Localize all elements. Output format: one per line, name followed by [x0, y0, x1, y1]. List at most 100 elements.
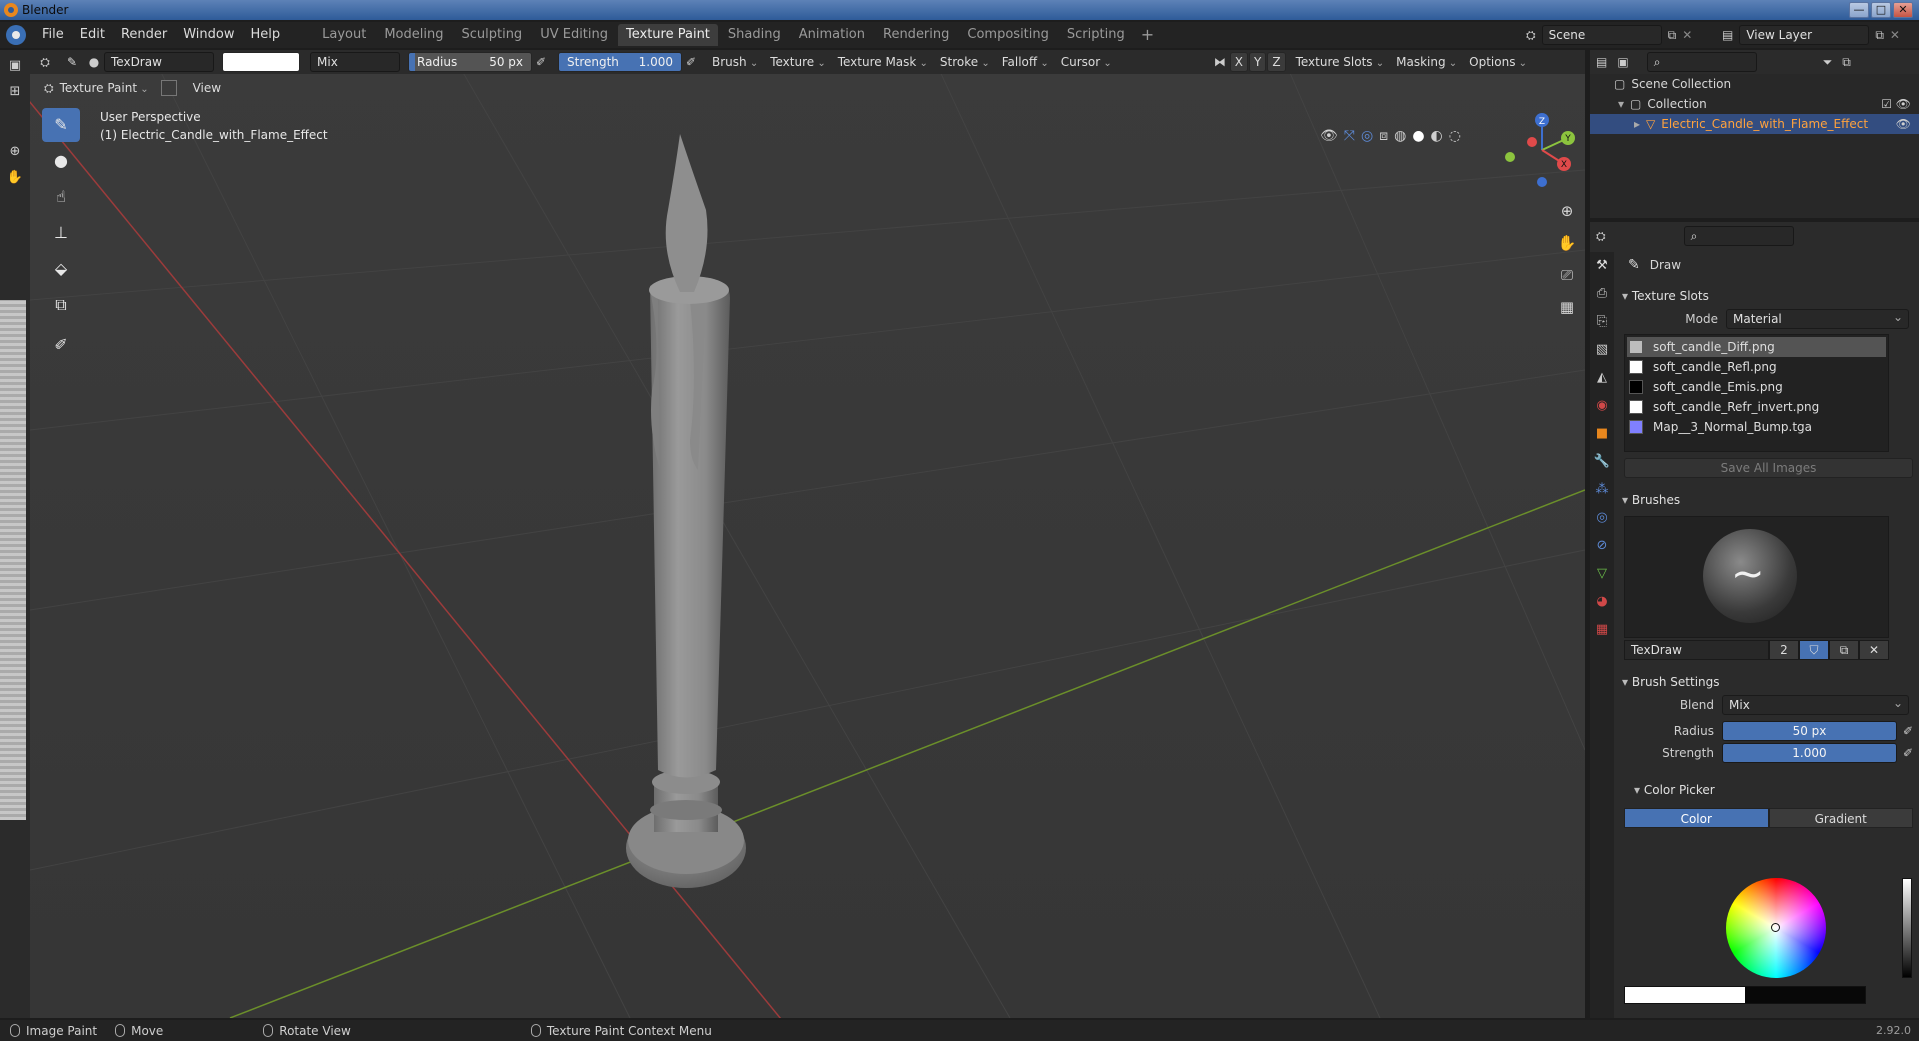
menu-edit[interactable]: Edit: [72, 22, 113, 48]
strength-pressure-icon[interactable]: ✐: [1903, 746, 1913, 760]
image-editor-icon[interactable]: ⊞: [5, 82, 25, 102]
tab-color[interactable]: Color: [1624, 808, 1769, 828]
texture-mask-menu[interactable]: Texture Mask: [832, 52, 934, 72]
camera-view-icon[interactable]: ⎚: [1556, 264, 1578, 286]
scene-tab-icon[interactable]: ◭: [1590, 364, 1614, 392]
save-all-images-button[interactable]: Save All Images: [1624, 458, 1913, 478]
tab-sculpting[interactable]: Sculpting: [453, 24, 530, 46]
strength-pressure-icon[interactable]: ✐: [686, 55, 706, 69]
texture-menu[interactable]: Texture: [764, 52, 832, 72]
tab-shading[interactable]: Shading: [720, 24, 789, 46]
mode-select[interactable]: Texture Paint: [54, 78, 155, 98]
texture-tab-icon[interactable]: ▦: [1590, 616, 1614, 644]
brush-menu[interactable]: Brush: [706, 52, 764, 72]
radius-slider[interactable]: 50 px: [1722, 721, 1897, 741]
gizmo-toggle-icon[interactable]: ⤧: [1344, 128, 1355, 144]
visibility-icon[interactable]: 👁: [1320, 128, 1338, 144]
brushes-section[interactable]: Brushes: [1616, 488, 1919, 512]
rendered-shading-icon[interactable]: ◌: [1449, 128, 1461, 144]
unlink-brush-icon[interactable]: ✕: [1859, 640, 1889, 660]
texture-slot-item[interactable]: soft_candle_Refr_invert.png: [1627, 397, 1886, 417]
tool-tab-icon[interactable]: ⚒: [1590, 252, 1614, 280]
minimize-button[interactable]: —: [1849, 2, 1869, 18]
outliner-collection[interactable]: ▾ ▢ Collection ☑ 👁: [1590, 94, 1919, 114]
visibility-eye-icon[interactable]: 👁: [1896, 114, 1911, 134]
zoom-view-icon[interactable]: ⊕: [1556, 200, 1578, 222]
mask-tool-icon[interactable]: ⧉: [42, 288, 80, 322]
maximize-button[interactable]: □: [1871, 2, 1891, 18]
color-wheel[interactable]: [1726, 878, 1826, 978]
tab-gradient[interactable]: Gradient: [1768, 808, 1913, 828]
view-layer-tab-icon[interactable]: ▧: [1590, 336, 1614, 364]
modifier-tab-icon[interactable]: 🔧: [1590, 448, 1614, 476]
new-collection-icon[interactable]: ⧉: [1842, 55, 1851, 70]
blend-select[interactable]: Mix: [1722, 694, 1909, 715]
tab-uv-editing[interactable]: UV Editing: [532, 24, 616, 46]
strength-slider[interactable]: 1.000: [1722, 743, 1897, 763]
mirror-z-toggle[interactable]: Z: [1267, 52, 1286, 72]
tab-layout[interactable]: Layout: [314, 24, 374, 46]
navigation-gizmo[interactable]: Z Y X: [1502, 110, 1582, 190]
physics-tab-icon[interactable]: ◎: [1590, 504, 1614, 532]
material-shading-icon[interactable]: ◐: [1431, 128, 1443, 144]
fake-user-shield-icon[interactable]: ⛉: [1799, 640, 1829, 660]
expand-arrow-icon[interactable]: ▸: [1634, 117, 1640, 131]
menu-file[interactable]: File: [34, 22, 72, 48]
particles-tab-icon[interactable]: ⁂: [1590, 476, 1614, 504]
falloff-menu[interactable]: Falloff: [996, 52, 1055, 72]
render-tab-icon[interactable]: ⎙: [1590, 280, 1614, 308]
outliner-object-row[interactable]: ▸ ▽ Electric_Candle_with_Flame_Effect 👁: [1590, 114, 1919, 134]
blender-menu-icon[interactable]: [6, 25, 26, 45]
stroke-menu[interactable]: Stroke: [934, 52, 996, 72]
xray-icon[interactable]: ⧈: [1379, 128, 1388, 144]
3d-viewport[interactable]: ✎ ● ☝ ⊥ ⬙ ⧉ ✐ User Perspective (1) Elect…: [30, 50, 1585, 1018]
radius-slider[interactable]: Radius 50 px: [408, 52, 532, 72]
output-tab-icon[interactable]: ⎘: [1590, 308, 1614, 336]
display-mode-icon[interactable]: ▣: [1617, 55, 1628, 69]
menu-help[interactable]: Help: [243, 22, 289, 48]
color-swatch-bar[interactable]: [1624, 986, 1866, 1004]
masking-menu[interactable]: Masking: [1390, 52, 1463, 72]
annotate-tool-icon[interactable]: ✐: [42, 328, 80, 362]
pan-view-icon[interactable]: ✋: [1556, 232, 1578, 254]
symmetry-icon[interactable]: ⧓: [1214, 55, 1226, 69]
delete-view-layer-icon[interactable]: ✕: [1890, 28, 1900, 42]
radius-pressure-icon[interactable]: ✐: [1903, 724, 1913, 738]
expand-arrow-icon[interactable]: ▾: [1618, 97, 1624, 111]
add-workspace-button[interactable]: +: [1135, 24, 1160, 46]
brush-users-count[interactable]: 2: [1769, 640, 1799, 660]
blend-mode-select[interactable]: Mix: [310, 52, 400, 72]
clone-tool-icon[interactable]: ⊥: [42, 216, 80, 250]
texture-slots-section[interactable]: Texture Slots: [1616, 284, 1919, 308]
solid-shading-icon[interactable]: ●: [1412, 128, 1424, 144]
tab-rendering[interactable]: Rendering: [875, 24, 957, 46]
color-picker-section[interactable]: Color Picker: [1616, 778, 1919, 802]
mirror-y-toggle[interactable]: Y: [1248, 52, 1267, 72]
view-menu[interactable]: View: [193, 81, 221, 95]
brush-color-swatch[interactable]: [222, 52, 300, 72]
options-menu[interactable]: Options: [1463, 52, 1533, 72]
perspective-toggle-icon[interactable]: ▦: [1556, 296, 1578, 318]
brush-browse-icon[interactable]: ●: [84, 55, 104, 69]
outliner-scene-collection[interactable]: ▢ Scene Collection: [1590, 74, 1919, 94]
texture-slot-item[interactable]: soft_candle_Refl.png: [1627, 357, 1886, 377]
cursor-menu[interactable]: Cursor: [1055, 52, 1118, 72]
texture-slots-menu[interactable]: Texture Slots: [1290, 52, 1391, 72]
scene-field[interactable]: Scene: [1541, 25, 1662, 45]
tab-modeling[interactable]: Modeling: [376, 24, 451, 46]
brush-name-field[interactable]: TexDraw: [104, 52, 214, 72]
world-tab-icon[interactable]: ◉: [1590, 392, 1614, 420]
material-tab-icon[interactable]: ◕: [1590, 588, 1614, 616]
texture-slot-item[interactable]: soft_candle_Diff.png: [1627, 337, 1886, 357]
fill-tool-icon[interactable]: ⬙: [42, 252, 80, 286]
paint-mask-toggle-icon[interactable]: [160, 80, 177, 96]
view-layer-icon[interactable]: ▤: [1722, 28, 1733, 42]
brush-icon[interactable]: ✎: [60, 55, 84, 69]
tab-texture-paint[interactable]: Texture Paint: [618, 24, 718, 46]
data-tab-icon[interactable]: ▽: [1590, 560, 1614, 588]
draw-tool-icon[interactable]: ✎: [42, 108, 80, 142]
wireframe-shading-icon[interactable]: ◍: [1394, 128, 1406, 144]
smear-tool-icon[interactable]: ☝: [42, 180, 80, 214]
outliner-editor-icon[interactable]: ▤: [1596, 55, 1607, 69]
view-layer-field[interactable]: View Layer: [1739, 25, 1870, 45]
